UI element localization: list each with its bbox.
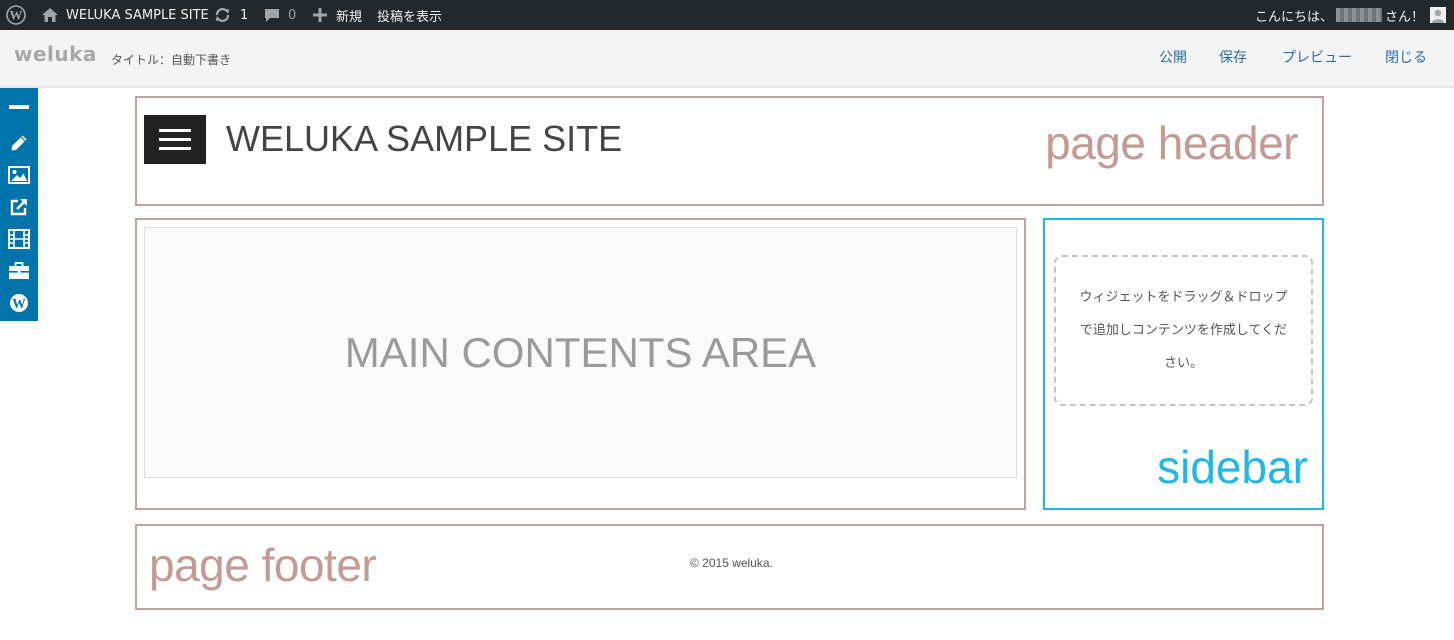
comment-bubble-icon <box>265 8 279 22</box>
avatar[interactable] <box>1430 7 1446 23</box>
film-icon <box>8 229 30 249</box>
menu-icon-bar <box>159 147 191 150</box>
add-widget-button[interactable] <box>7 260 31 282</box>
copyright-text: © 2015 weluka. <box>690 556 773 570</box>
comments-link[interactable]: 0 <box>264 0 296 30</box>
menu-icon-bar <box>159 138 191 141</box>
site-name-link[interactable]: WELUKA SAMPLE SITE <box>42 0 209 30</box>
view-post-link[interactable]: 投稿を表示 <box>377 0 442 30</box>
svg-text:W: W <box>12 296 26 311</box>
updates-refresh-icon <box>215 7 230 23</box>
widget-drop-zone[interactable]: ウィジェットをドラッグ＆ドロップで追加しコンテンツを作成してください。 <box>1054 255 1313 406</box>
page-header-label: page header <box>1045 117 1298 169</box>
add-link-button[interactable] <box>7 196 31 218</box>
comments-count: 0 <box>288 7 297 23</box>
admin-bar: W WELUKA SAMPLE SITE 1 0 新規 投稿を表示 こんにちは、… <box>0 0 1454 30</box>
widget-drop-placeholder: ウィジェットをドラッグ＆ドロップで追加しコンテンツを作成してください。 <box>1079 290 1288 371</box>
plus-icon <box>313 8 327 22</box>
new-content-link[interactable]: 新規 <box>313 0 362 30</box>
add-image-button[interactable] <box>7 164 31 186</box>
site-name-label: WELUKA SAMPLE SITE <box>66 7 209 23</box>
page-header-region[interactable]: WELUKA SAMPLE SITE page header <box>135 96 1324 206</box>
home-icon <box>42 8 58 22</box>
add-video-button[interactable] <box>7 228 31 250</box>
page-footer-region[interactable]: page footer © 2015 weluka. <box>135 524 1324 610</box>
close-button[interactable]: 閉じる <box>1385 47 1427 67</box>
site-title[interactable]: WELUKA SAMPLE SITE <box>226 118 622 160</box>
main-contents-region[interactable]: MAIN CONTENTS AREA <box>135 218 1026 510</box>
save-button[interactable]: 保存 <box>1219 47 1247 67</box>
svg-text:W: W <box>10 8 23 23</box>
main-contents-area[interactable]: MAIN CONTENTS AREA <box>144 227 1017 478</box>
new-label: 新規 <box>336 9 363 25</box>
account-menu[interactable]: こんにちは、 さん！ <box>1255 0 1446 30</box>
external-link-icon <box>10 199 27 216</box>
main-contents-label: MAIN CONTENTS AREA <box>344 328 817 376</box>
editor-bar: weluka タイトル：自動下書き 公開 保存 プレビュー 閉じる <box>0 30 1454 88</box>
add-text-button[interactable] <box>7 132 31 154</box>
sidebar-region[interactable]: ウィジェットをドラッグ＆ドロップで追加しコンテンツを作成してください。 side… <box>1043 218 1324 510</box>
wordpress-icon: W <box>6 5 26 25</box>
minimize-icon <box>9 105 29 109</box>
wordpress-logo-link[interactable]: W <box>6 0 26 30</box>
minimize-toolbar-button[interactable] <box>7 96 31 118</box>
greeting-suffix: さん！ <box>1384 9 1424 25</box>
view-post-label: 投稿を表示 <box>377 9 443 25</box>
toolbox-icon <box>9 262 29 279</box>
page-footer-label: page footer <box>149 539 377 591</box>
greeting-prefix: こんにちは、 <box>1254 9 1333 25</box>
preview-button[interactable]: プレビュー <box>1282 47 1352 67</box>
wordpress-icon: W <box>10 294 28 312</box>
element-toolbar: W <box>0 88 38 321</box>
updates-count: 1 <box>240 7 249 23</box>
pencil-icon <box>11 135 27 151</box>
menu-icon <box>159 129 191 132</box>
updates-link[interactable]: 1 <box>214 0 248 30</box>
image-icon <box>8 166 30 184</box>
document-title: タイトル：自動下書き <box>111 53 232 67</box>
sidebar-label: sidebar <box>1157 441 1308 493</box>
avatar-placeholder-icon <box>1430 7 1446 23</box>
weluka-logo: weluka <box>14 42 97 66</box>
publish-button[interactable]: 公開 <box>1159 47 1187 67</box>
hamburger-menu-button[interactable] <box>144 115 206 164</box>
wordpress-widget-button[interactable]: W <box>7 292 31 314</box>
redacted-username <box>1335 8 1382 22</box>
